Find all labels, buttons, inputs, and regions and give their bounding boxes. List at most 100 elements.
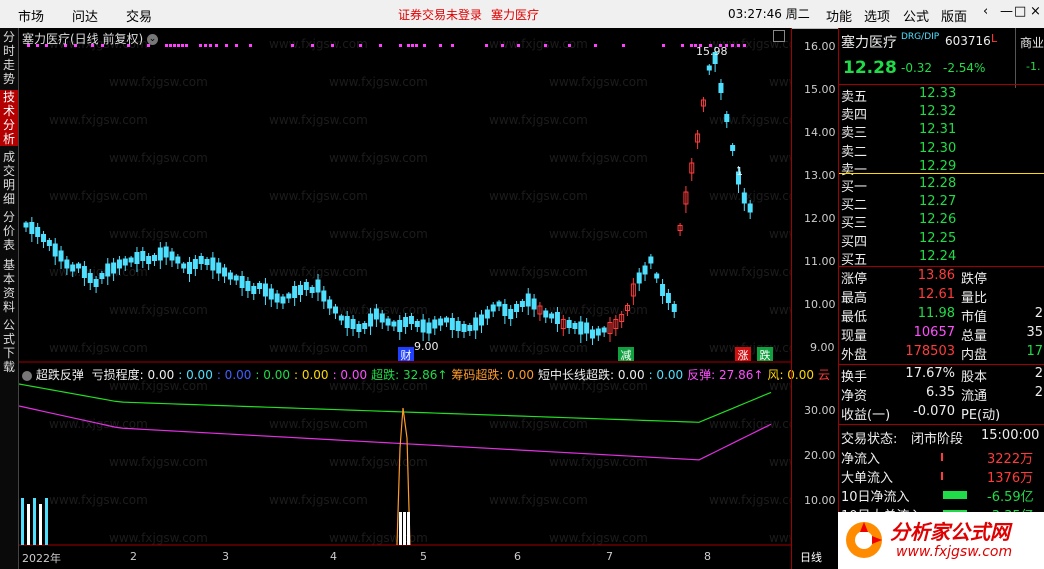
candle-body [484, 309, 490, 319]
indicator-tick: 10.00 [804, 494, 836, 507]
watermark-name: 分析家公式网 [890, 520, 1010, 544]
bid-row[interactable]: 买四 12.25 [839, 231, 1044, 250]
signal-dot [199, 44, 202, 47]
candle-body [408, 316, 414, 324]
candle-body [192, 259, 198, 269]
sector-box[interactable]: 商业 -1. [1015, 28, 1044, 88]
tab-trade-detail[interactable]: 成交明细 [0, 150, 18, 206]
bid-price: 12.27 [919, 194, 957, 210]
watermark-emblem-icon [846, 522, 882, 558]
indicator-item: : 0.00 [648, 368, 684, 382]
candle-body [601, 327, 607, 333]
ask-row[interactable]: 卖二 12.30 [839, 141, 1044, 160]
signal-dot [423, 44, 426, 47]
period-label[interactable]: 日线 [800, 549, 822, 565]
watermark-text: www.fxjgsw.com [489, 113, 588, 127]
bid-row[interactable]: 买一 12.28 [839, 176, 1044, 195]
tab-price-table[interactable]: 分价表 [0, 210, 18, 254]
ask-row[interactable]: 卖三 12.31 [839, 122, 1044, 141]
price-tick: 12.00 [804, 212, 836, 225]
chart-toggle-icon[interactable] [773, 30, 785, 42]
ask-row[interactable]: 卖一 12.29 [839, 159, 1044, 178]
clock-weekday: 周二 [785, 7, 810, 21]
candle-body [268, 288, 274, 300]
stat-label: 收益(一) [841, 408, 891, 423]
menu-market[interactable]: 市场 [18, 6, 44, 25]
bid-ask-divider [839, 173, 1044, 174]
candle-body [350, 319, 356, 329]
watermark-text: www.fxjgsw.com [709, 113, 791, 127]
menu-function[interactable]: 功能 [826, 6, 852, 25]
menu-formula[interactable]: 公式 [903, 6, 929, 25]
stat-label: 最高 [841, 291, 868, 306]
candle-body [648, 256, 654, 264]
price-tick: 16.00 [804, 40, 836, 53]
kline-chart[interactable]: www.fxjgsw.com www.fxjgsw.com www.fxjgsw.c… [19, 28, 791, 548]
candle-body [554, 312, 560, 324]
indicator-item: : 0.00 [255, 368, 290, 382]
tab-formula-download[interactable]: 公式下载 [0, 318, 18, 374]
chart-dropdown-icon[interactable]: ⌄ [147, 34, 159, 45]
candle-body [473, 317, 479, 331]
candle-body [187, 262, 193, 274]
signal-dot [165, 44, 168, 47]
price-axis: 16.00 15.00 14.00 13.00 12.00 11.00 10.0… [791, 28, 838, 569]
candle-body [636, 272, 642, 284]
watermark-text: www.fxjgsw.com [269, 189, 368, 203]
watermark-text: www.fxjgsw.com [109, 455, 208, 469]
ask-label: 卖四 [841, 108, 868, 124]
indicator-header: 超跌反弹 亏损程度: 0.00: 0.00: 0.00: 0.00: 0.00:… [22, 366, 830, 383]
tab-fundamentals[interactable]: 基本资料 [0, 258, 18, 314]
login-warning[interactable]: 证券交易未登录 [398, 6, 482, 23]
bid-price: 12.26 [919, 212, 957, 228]
bid-price: 12.28 [919, 176, 957, 191]
candle-body [292, 286, 298, 298]
candle-body [531, 298, 537, 310]
stat-label-2: 内盘 [961, 348, 988, 363]
signal-dot [249, 44, 252, 47]
close-button[interactable]: × [1030, 4, 1041, 19]
bid-row[interactable]: 买五 12.24 [839, 249, 1044, 268]
candle-body [543, 310, 549, 318]
candle-body [449, 318, 455, 330]
candle-body [642, 265, 648, 275]
back-button[interactable]: ‹ [983, 4, 988, 19]
maximize-button[interactable]: □ [1014, 4, 1026, 19]
candle-body [227, 272, 233, 280]
candle-body [309, 287, 315, 293]
stat-row: 最低 11.98 市值 2 [839, 306, 1044, 325]
x-tick: 8 [704, 550, 711, 563]
tab-time-share[interactable]: 分时走势 [0, 30, 18, 86]
menu-ask[interactable]: 问达 [72, 6, 98, 25]
indicator-item: : 0.00 [216, 368, 252, 382]
ask-row[interactable]: 卖四 12.32 [839, 104, 1044, 124]
menu-layout[interactable]: 版面 [941, 6, 967, 25]
watermark-text: www.fxjgsw.com [329, 227, 428, 241]
bid-label: 买四 [841, 234, 868, 250]
candle-body [163, 246, 169, 258]
watermark-url: www.fxjgsw.com [896, 544, 1013, 560]
indicator-item: 反弹: 27.86↑ [687, 368, 764, 382]
candle-body [70, 264, 76, 272]
indicator-bar [33, 498, 36, 545]
indicator-magenta-line [19, 405, 772, 461]
ask-row[interactable]: 卖五 12.33 [839, 86, 1044, 105]
stat-value: 17.67% [905, 366, 955, 381]
candle-body [397, 320, 403, 332]
bid-row[interactable]: 买三 12.26 [839, 212, 1044, 232]
bid-row[interactable]: 买二 12.27 [839, 194, 1044, 213]
bid-label: 买三 [841, 216, 868, 232]
signal-dot [407, 44, 410, 47]
tab-technical-analysis[interactable]: 技术分析 [0, 90, 18, 146]
menu-options[interactable]: 选项 [864, 6, 890, 25]
stat-label-2: PE(动) [961, 408, 1001, 423]
x-tick: 2 [130, 550, 137, 563]
signal-dot [173, 44, 176, 47]
watermark-text: www.fxjgsw.com [269, 493, 368, 507]
indicator-dropdown-icon[interactable] [22, 370, 32, 381]
menu-trade[interactable]: 交易 [126, 6, 152, 25]
signal-dot [731, 44, 734, 47]
signal-dot [737, 44, 740, 47]
minimize-button[interactable]: — [1000, 4, 1013, 19]
chart-area[interactable]: www.fxjgsw.com www.fxjgsw.com www.fxjgsw.c… [19, 28, 791, 548]
